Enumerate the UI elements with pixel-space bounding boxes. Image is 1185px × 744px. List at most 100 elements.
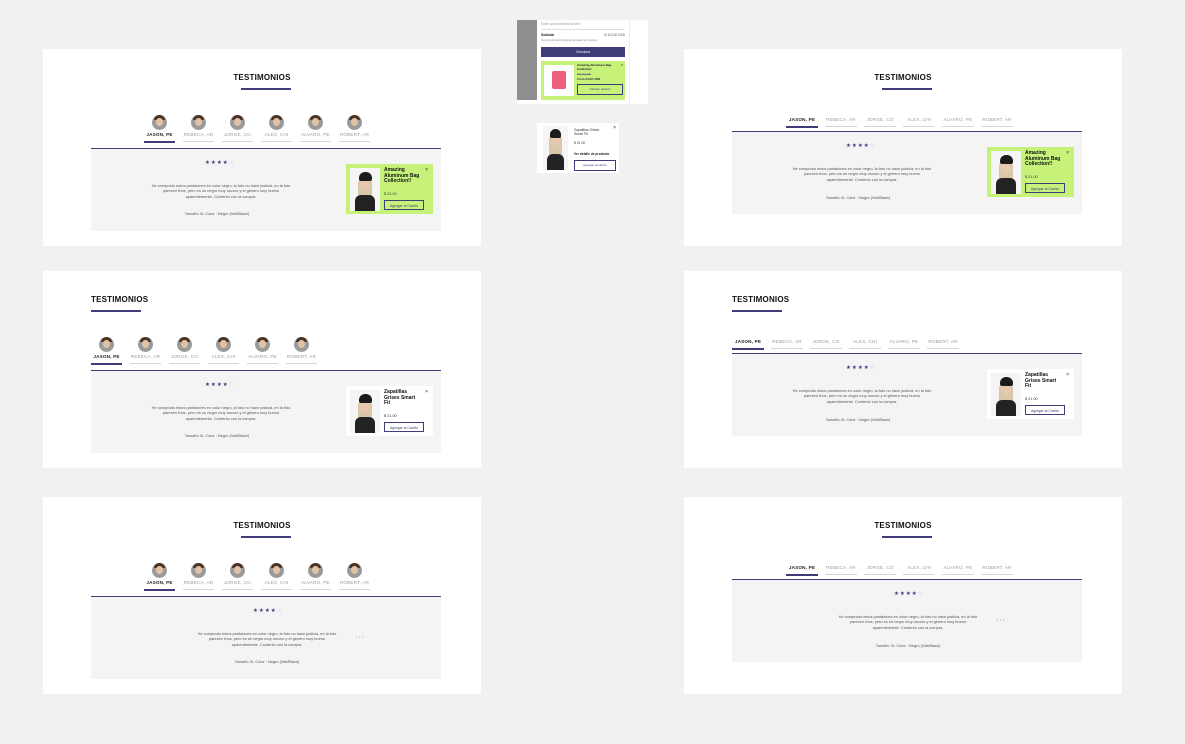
tab-alex[interactable]: ALEX, CHI <box>903 565 935 576</box>
section-title: TESTIMONIOS <box>233 521 291 530</box>
close-icon[interactable]: × <box>425 389 428 395</box>
avatar <box>294 337 309 352</box>
rating-stars: ★★★★☆ <box>205 382 235 388</box>
close-icon[interactable]: × <box>425 167 428 173</box>
product-image <box>991 373 1021 416</box>
tab-label: ALVARO, PE <box>301 132 330 137</box>
tab-label: JORGE, CO <box>812 339 840 344</box>
testimonial-tabs: JASON, PE REBECA, AR JORGE, CO ALEX, CHI… <box>732 339 966 350</box>
close-icon[interactable]: × <box>1066 150 1069 156</box>
tab-robert[interactable]: ROBERT, AR <box>286 337 317 365</box>
promo-field[interactable]: Enter your promotional here <box>541 22 625 30</box>
tab-robert[interactable]: ROBERT, AR <box>927 339 959 350</box>
product-detail-note: Ver detalle de producto <box>574 152 610 156</box>
tab-jason[interactable]: JASON, PE <box>144 115 175 143</box>
tab-robert[interactable]: ROBERT, AR <box>339 115 370 143</box>
tab-jason[interactable]: JASON, PE <box>786 117 818 128</box>
rating-stars: ★★★★☆ <box>846 143 876 149</box>
tab-label: REBECA, AR <box>826 117 856 122</box>
tax-note: Tax included and shipping calculated at … <box>541 39 598 42</box>
tab-label: JORGE, CO <box>170 354 199 359</box>
product-name: Amazing Aluminum Bag Collection!! <box>1025 150 1061 167</box>
tab-rebeca[interactable]: REBECA, AR <box>130 337 161 365</box>
tab-alvaro[interactable]: ALVARO, PE <box>942 565 974 576</box>
tab-alex[interactable]: ALEX, CHI <box>261 563 292 591</box>
rating-stars: ★★★★☆ <box>846 365 876 371</box>
tab-alvaro[interactable]: ALVARO, PE <box>247 337 278 365</box>
choose-options-button[interactable]: Choose options <box>577 84 623 95</box>
tab-robert[interactable]: ROBERT, AR <box>339 563 370 591</box>
tab-alex[interactable]: ALEX, CHI <box>903 117 935 128</box>
testimonial-tabs: JASON, PE REBECA, AR JORGE, CO ALEX, CHI… <box>91 337 325 365</box>
product-popup-white: Zapatillas Grises Smart Fit $ 21.00 Agre… <box>346 386 433 436</box>
shopify-bag-icon <box>544 65 574 96</box>
add-to-cart-button[interactable]: Agregar al Carrito <box>384 422 424 432</box>
title-underline <box>91 310 141 312</box>
tab-alvaro[interactable]: ALVARO, PE <box>942 117 974 128</box>
tab-label: ALVARO, PE <box>889 339 919 344</box>
more-icon[interactable]: ··· <box>996 617 1006 624</box>
close-icon[interactable]: × <box>1066 372 1069 378</box>
avatar <box>230 115 245 130</box>
tab-jorge[interactable]: JORGE, CO <box>864 117 896 128</box>
add-to-cart-button[interactable]: Agregar al Carrito <box>1025 183 1065 193</box>
tab-jorge[interactable]: JORGE, CO <box>169 337 200 365</box>
avatar <box>230 563 245 578</box>
review-meta: Tamaño XL Color : Negro (Volt/Black) <box>875 643 941 648</box>
tab-alex[interactable]: ALEX, CHI <box>208 337 239 365</box>
tab-rebeca[interactable]: REBECA, AR <box>771 339 803 350</box>
product-price: $ 21.00 <box>1025 397 1038 401</box>
testimonial-tabs: JASON, PE REBECA, AR JORGE, CO ALEX, CHI… <box>144 115 378 143</box>
drawer-panel: Enter your promotional here Subtotal $ 1… <box>537 20 630 104</box>
tab-jason[interactable]: JASON, PE <box>91 337 122 365</box>
title-underline <box>241 88 291 90</box>
tab-label: ALEX, CHI <box>264 132 289 137</box>
tab-alvaro[interactable]: ALVARO, PE <box>300 563 331 591</box>
title-underline <box>882 536 932 538</box>
tab-jorge[interactable]: JORGE, CO <box>222 563 253 591</box>
tab-label: ALEX, CHI <box>852 339 877 344</box>
tab-rebeca[interactable]: REBECA, AR <box>825 565 857 576</box>
review-text: He comprado estos pantalones en color ne… <box>792 166 932 182</box>
tab-rebeca[interactable]: REBECA, AR <box>825 117 857 128</box>
tab-alex[interactable]: ALEX, CHI <box>261 115 292 143</box>
more-icon[interactable]: ··· <box>355 634 365 641</box>
drawer-overlay <box>517 20 537 100</box>
tab-alex[interactable]: ALEX, CHI <box>849 339 881 350</box>
close-icon[interactable]: × <box>621 62 623 67</box>
tab-jason[interactable]: JASON, PE <box>732 339 764 350</box>
tab-robert[interactable]: ROBERT, AR <box>981 117 1013 128</box>
tab-alvaro[interactable]: ALVARO, PE <box>888 339 920 350</box>
tab-jason[interactable]: JASON, PE <box>786 565 818 576</box>
avatar <box>99 337 114 352</box>
close-icon[interactable]: × <box>613 125 616 131</box>
product-image <box>991 151 1021 194</box>
product-price: $ 21.00 <box>384 192 397 196</box>
tab-label: REBECA, AR <box>130 354 161 359</box>
tab-label: JASON, PE <box>146 132 173 137</box>
tab-jason[interactable]: JASON, PE <box>144 563 175 591</box>
add-to-cart-button[interactable]: Agregar al Carrito <box>1025 405 1065 415</box>
tab-jorge[interactable]: JORGE, CO <box>222 115 253 143</box>
tab-jorge[interactable]: JORGE, CO <box>864 565 896 576</box>
tab-jorge[interactable]: JORGE, CO <box>810 339 842 350</box>
tab-alvaro[interactable]: ALVARO, PE <box>300 115 331 143</box>
product-name: Amazing Aluminum Bag Collection!! <box>384 167 420 184</box>
add-to-cart-button[interactable]: Agregar al Carrito <box>384 200 424 210</box>
testimonial-tabs: JASON, PE REBECA, AR JORGE, CO ALEX, CHI… <box>786 117 1020 128</box>
tab-robert[interactable]: ROBERT, AR <box>981 565 1013 576</box>
tab-label: REBECA, AR <box>183 580 214 585</box>
avatar <box>269 115 284 130</box>
product-name: Zapatillas Grises Smart Fit <box>574 128 600 137</box>
tab-rebeca[interactable]: REBECA, AR <box>183 115 214 143</box>
tab-label: JASON, PE <box>788 117 816 122</box>
add-to-cart-button[interactable]: Agregar al carrito <box>574 160 616 171</box>
tab-label: JORGE, CO <box>223 580 252 585</box>
tab-label: ROBERT, AR <box>928 339 958 344</box>
product-popup-green: Amazing Aluminum Bag Collection!! $ 21.0… <box>987 147 1074 197</box>
testimonials-card-2: TESTIMONIOS JASON, PE REBECA, AR JORGE, … <box>684 49 1122 246</box>
checkout-button[interactable]: Checkout <box>541 47 625 57</box>
rating-stars: ★★★★☆ <box>253 608 283 614</box>
avatar <box>177 337 192 352</box>
tab-rebeca[interactable]: REBECA, AR <box>183 563 214 591</box>
